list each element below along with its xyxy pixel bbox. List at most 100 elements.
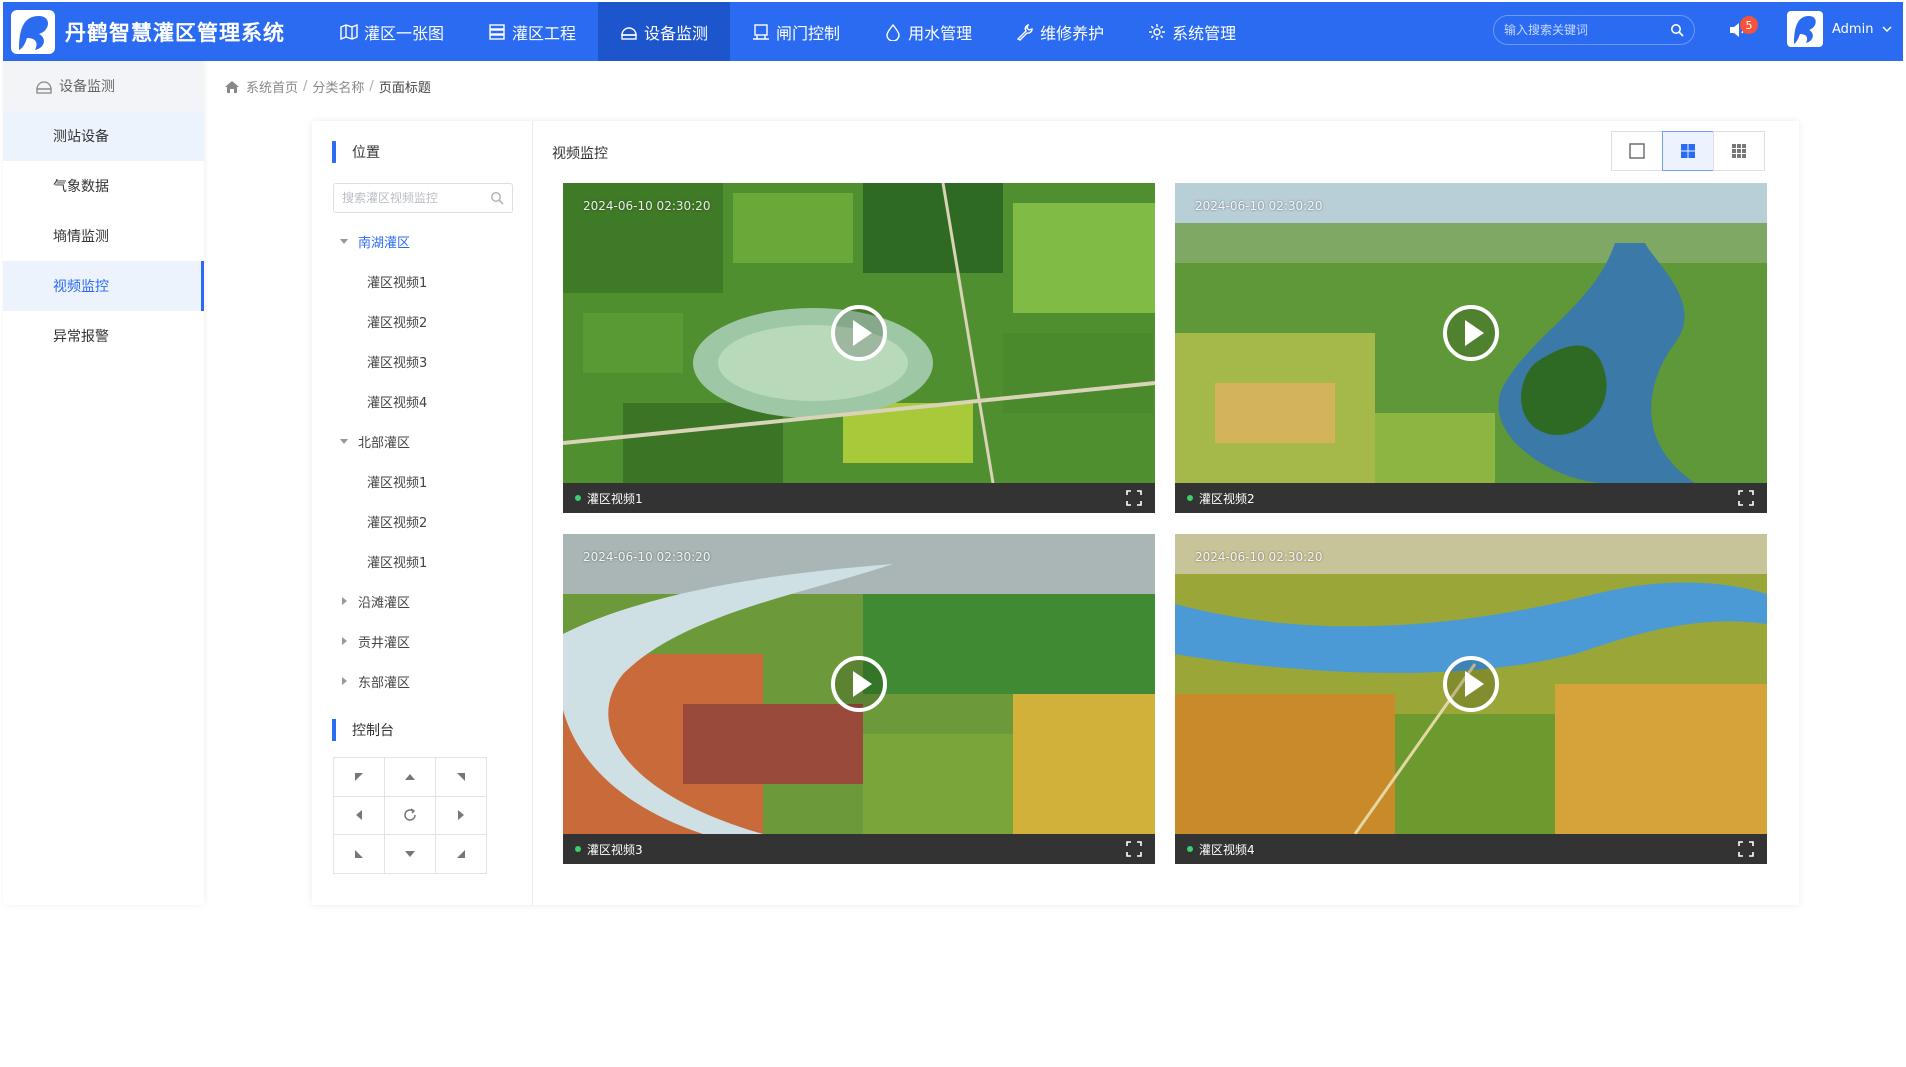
video-tile[interactable]: 2024-06-10 02:30:20 灌区视频4 (1175, 534, 1767, 864)
ptz-up-right-button[interactable] (436, 758, 487, 797)
search-icon[interactable] (490, 191, 504, 205)
arrow-up-right-icon (457, 772, 465, 781)
monitor-icon (36, 81, 52, 94)
layout-single-button[interactable] (1611, 131, 1663, 171)
video-name: 灌区视频2 (1199, 491, 1255, 506)
ptz-left-button[interactable] (334, 796, 385, 836)
online-status-dot (575, 846, 581, 852)
gear-icon (1149, 23, 1166, 40)
play-icon[interactable] (1441, 303, 1501, 363)
header-search-input[interactable] (1504, 23, 1664, 37)
arrow-left-icon (356, 810, 362, 821)
fullscreen-icon[interactable] (1737, 489, 1755, 507)
video-tile[interactable]: 2024-06-10 02:30:20 灌区视频1 (563, 183, 1155, 513)
location-title-label: 位置 (352, 145, 380, 161)
video-section-title: 视频监控 (552, 146, 608, 162)
nav-item-gate-control[interactable]: 闸门控制 (730, 2, 862, 61)
tree-leaf-video[interactable]: 灌区视频4 (312, 381, 532, 421)
tree-leaf-label: 灌区视频1 (367, 555, 428, 571)
single-view-icon (1629, 143, 1645, 159)
arrow-right-icon (458, 810, 464, 821)
nav-item-system[interactable]: 系统管理 (1126, 2, 1258, 61)
user-menu[interactable]: Admin (1786, 10, 1893, 48)
nav-item-device-monitor[interactable]: 设备监测 (598, 2, 731, 61)
video-timestamp: 2024-06-10 02:30:20 (583, 550, 711, 564)
sidebar-item-station-devices[interactable]: 测站设备 (3, 111, 204, 161)
tree-leaf-video[interactable]: 灌区视频2 (312, 301, 532, 341)
quad-view-icon (1681, 144, 1695, 158)
title-accent-bar (332, 719, 336, 741)
tree-leaf-label: 灌区视频2 (367, 515, 428, 531)
video-footer: 灌区视频3 (563, 834, 1155, 864)
search-icon[interactable] (1670, 23, 1684, 37)
ptz-up-button[interactable] (385, 758, 436, 797)
tree-node-dongbu[interactable]: 东部灌区 (312, 661, 532, 701)
play-icon[interactable] (829, 303, 889, 363)
nav-item-engineering[interactable]: 灌区工程 (466, 2, 598, 61)
layout-nine-button[interactable] (1713, 131, 1765, 171)
location-section-title: 位置 (332, 141, 380, 163)
tree-search (333, 183, 513, 213)
tree-leaf-video[interactable]: 灌区视频1 (312, 461, 532, 501)
arrow-up-icon (405, 773, 415, 780)
ptz-down-right-button[interactable] (436, 835, 487, 874)
monitor-icon (621, 26, 637, 40)
tree-leaf-video[interactable]: 灌区视频3 (312, 341, 532, 381)
left-sidebar: 设备监测 测站设备 气象数据 墒情监测 视频监控 异常报警 (3, 61, 204, 905)
tree-leaf-label: 灌区视频1 (367, 275, 428, 291)
ptz-right-button[interactable] (436, 796, 487, 836)
play-icon[interactable] (1441, 654, 1501, 714)
breadcrumb-home[interactable]: 系统首页 (246, 77, 298, 96)
layout-switcher (1611, 131, 1765, 171)
tree-node-nanhu[interactable]: 南湖灌区 (312, 221, 532, 261)
tree-search-input[interactable] (342, 191, 482, 205)
main-nav: 灌区一张图 灌区工程 设备监测 闸门控制 用水管理 维修养护 系统管理 (318, 2, 1258, 61)
tree-node-gongjing[interactable]: 贡井灌区 (312, 621, 532, 661)
fullscreen-icon[interactable] (1125, 489, 1143, 507)
sidebar-item-weather-data[interactable]: 气象数据 (3, 161, 204, 211)
online-status-dot (575, 495, 581, 501)
ptz-down-left-button[interactable] (334, 835, 385, 874)
video-tile[interactable]: 2024-06-10 02:30:20 灌区视频2 (1175, 183, 1767, 513)
user-name: Admin (1832, 21, 1874, 37)
layout-quad-button[interactable] (1662, 131, 1714, 171)
caret-down-icon (340, 239, 348, 244)
tree-leaf-video[interactable]: 灌区视频2 (312, 501, 532, 541)
breadcrumb-category[interactable]: 分类名称 (312, 77, 364, 96)
play-icon[interactable] (829, 654, 889, 714)
sidebar-item-video-monitor[interactable]: 视频监控 (3, 261, 204, 311)
sidebar-item-soil-moisture[interactable]: 墒情监测 (3, 211, 204, 261)
ptz-down-button[interactable] (385, 835, 436, 874)
video-tile[interactable]: 2024-06-10 02:30:20 灌区视频3 (563, 534, 1155, 864)
ptz-control-pad (333, 757, 487, 874)
brand: 丹鹤智慧灌区管理系统 (3, 2, 318, 61)
tree-node-beibu[interactable]: 北部灌区 (312, 421, 532, 461)
tree-node-label: 沿滩灌区 (358, 595, 411, 611)
fullscreen-icon[interactable] (1737, 840, 1755, 858)
console-title-label: 控制台 (352, 723, 394, 739)
nav-label: 设备监测 (644, 23, 709, 43)
video-name: 灌区视频1 (587, 491, 643, 506)
tree-leaf-video[interactable]: 灌区视频1 (312, 541, 532, 581)
video-footer: 灌区视频4 (1175, 834, 1767, 864)
ptz-up-left-button[interactable] (334, 758, 385, 797)
arrow-down-icon (405, 851, 415, 858)
video-timestamp: 2024-06-10 02:30:20 (583, 199, 711, 213)
fullscreen-icon[interactable] (1125, 840, 1143, 858)
nav-label: 系统管理 (1172, 23, 1237, 43)
map-icon (340, 23, 358, 40)
sidebar-item-alarms[interactable]: 异常报警 (3, 311, 204, 361)
server-icon (489, 23, 505, 40)
ptz-reset-button[interactable] (385, 796, 436, 836)
nav-item-water-usage[interactable]: 用水管理 (862, 2, 994, 61)
video-footer: 灌区视频2 (1175, 483, 1767, 513)
nav-label: 灌区工程 (512, 23, 577, 43)
tree-node-yantan[interactable]: 沿滩灌区 (312, 581, 532, 621)
nav-item-map[interactable]: 灌区一张图 (318, 2, 466, 61)
nav-item-maintenance[interactable]: 维修养护 (994, 2, 1126, 61)
tree-leaf-video[interactable]: 灌区视频1 (312, 261, 532, 301)
video-name: 灌区视频4 (1199, 842, 1255, 857)
wrench-icon (1016, 23, 1033, 41)
caret-right-icon (342, 597, 347, 605)
breadcrumb-separator: / (303, 79, 308, 94)
